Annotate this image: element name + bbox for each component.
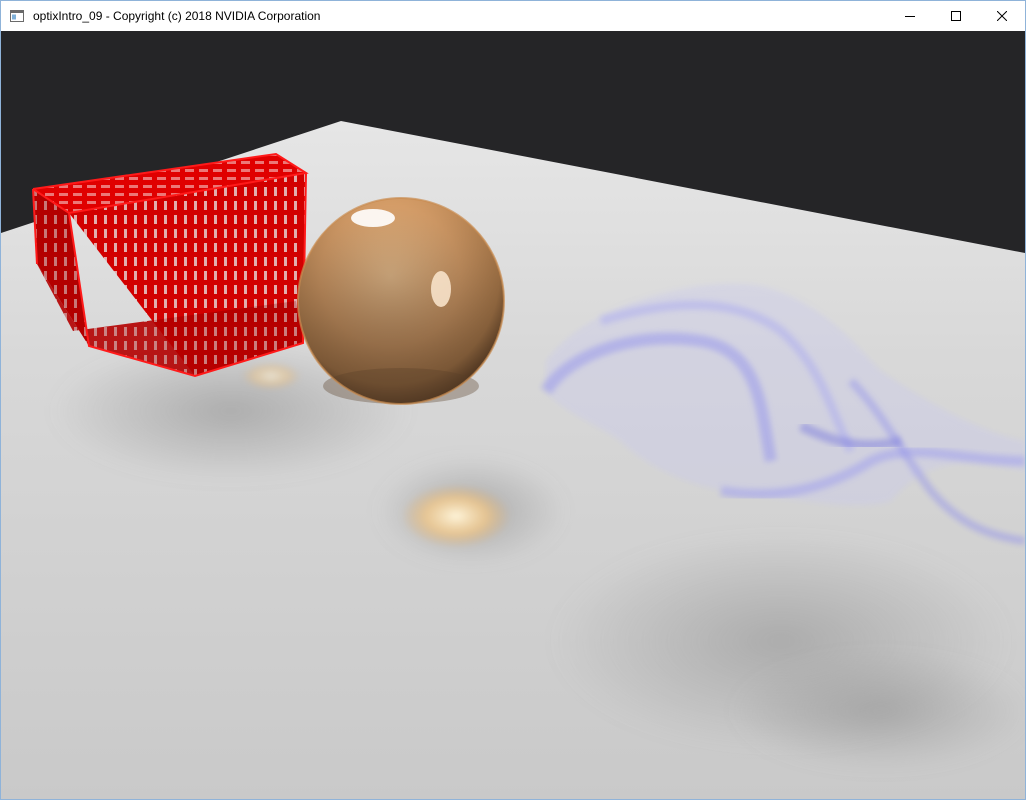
maximize-icon	[951, 11, 961, 21]
sphere-caustic-small	[241, 362, 301, 390]
window-controls	[887, 1, 1025, 31]
render-viewport[interactable]	[1, 31, 1025, 799]
window-title: optixIntro_09 - Copyright (c) 2018 NVIDI…	[33, 9, 321, 23]
close-button[interactable]	[979, 1, 1025, 31]
app-window: optixIntro_09 - Copyright (c) 2018 NVIDI…	[0, 0, 1026, 800]
maximize-button[interactable]	[933, 1, 979, 31]
title-bar[interactable]: optixIntro_09 - Copyright (c) 2018 NVIDI…	[1, 1, 1025, 31]
minimize-button[interactable]	[887, 1, 933, 31]
rendered-scene	[1, 31, 1025, 799]
sphere-caustic	[401, 484, 511, 548]
close-icon	[997, 11, 1007, 21]
app-icon[interactable]	[9, 8, 25, 24]
glass-sphere	[297, 197, 505, 405]
minimize-icon	[905, 16, 915, 17]
ribbon-shadow-2	[731, 651, 1025, 771]
